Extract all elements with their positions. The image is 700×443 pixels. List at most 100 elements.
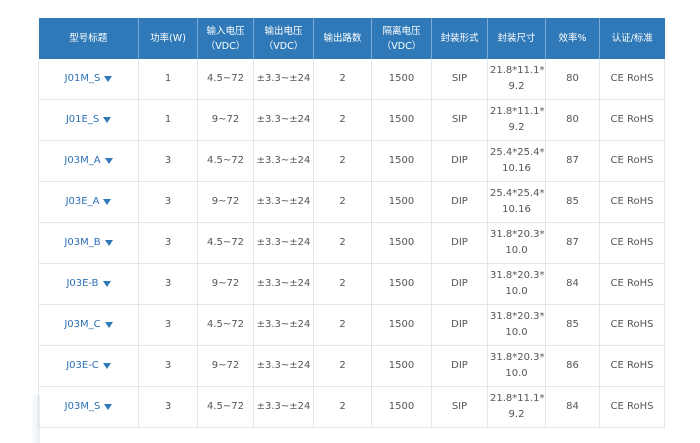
cell-input-voltage: 4.5~72 xyxy=(197,386,254,428)
header-power: 功率(W) xyxy=(138,18,198,59)
cell-certification: CE RoHS xyxy=(599,181,665,223)
header-package-type: 封装形式 xyxy=(431,18,488,59)
cell-power: 1 xyxy=(138,99,198,141)
cell-efficiency: 84 xyxy=(545,263,600,305)
cell-package-size: 31.8*20.3* 10.0 xyxy=(487,222,546,264)
table-row: J01M_S 1 4.5~72 ±3.3~±24 2 1500 SIP 21.8… xyxy=(38,59,665,100)
model-link[interactable]: J03E_A xyxy=(66,194,112,210)
cell-isolation-voltage: 1500 xyxy=(371,140,432,182)
caret-down-icon[interactable] xyxy=(103,117,112,123)
cell-output-channels: 2 xyxy=(313,59,372,100)
cell-certification: CE RoHS xyxy=(599,263,665,305)
model-link[interactable]: J01M_S xyxy=(65,71,113,87)
cell-package-type: SIP xyxy=(431,59,488,100)
table-header-row: 型号标题 功率(W) 输入电压 （VDC） 输出电压 （VDC） 输出路数 隔离电压… xyxy=(38,18,665,59)
cell-certification: CE RoHS xyxy=(599,304,665,346)
header-input-voltage: 输入电压 （VDC） xyxy=(197,18,254,59)
cell-model[interactable]: J03M_S xyxy=(38,386,139,428)
table-row: J03E_A 3 9~72 ±3.3~±24 2 1500 DIP 25.4*2… xyxy=(38,181,665,223)
cell-efficiency: 85 xyxy=(545,304,600,346)
caret-down-icon[interactable] xyxy=(104,322,113,328)
cell-package-type: DIP xyxy=(431,304,488,346)
cell-package-type: SIP xyxy=(431,386,488,428)
cell-input-voltage: 9~72 xyxy=(197,99,254,141)
cell-efficiency: 86 xyxy=(545,345,600,387)
cell-package-size: 31.8*20.3* 10.0 xyxy=(487,263,546,305)
cell-model[interactable]: J01E_S xyxy=(38,99,139,141)
cell-efficiency: 80 xyxy=(545,59,600,100)
cell-output-channels: 2 xyxy=(313,99,372,141)
cell-output-channels: 2 xyxy=(313,140,372,182)
cell-input-voltage: 9~72 xyxy=(197,345,254,387)
model-link[interactable]: J03M_C xyxy=(64,317,113,333)
cell-package-type: SIP xyxy=(431,99,488,141)
cell-input-voltage: 4.5~72 xyxy=(197,59,254,100)
model-link[interactable]: J03E-B xyxy=(66,276,111,292)
cell-isolation-voltage: 1500 xyxy=(371,345,432,387)
table-row: J03E-C 3 9~72 ±3.3~±24 2 1500 DIP 31.8*2… xyxy=(38,345,665,387)
cell-isolation-voltage: 1500 xyxy=(371,386,432,428)
cell-output-voltage: ±3.3~±24 xyxy=(253,222,314,264)
caret-down-icon[interactable] xyxy=(104,240,113,246)
cell-input-voltage: 4.5~72 xyxy=(197,304,254,346)
cell-power: 3 xyxy=(138,304,198,346)
model-link[interactable]: J03E-C xyxy=(66,358,111,374)
cell-model[interactable]: J03E-C xyxy=(38,345,139,387)
cell-power: 3 xyxy=(138,345,198,387)
cell-package-size: 21.8*11.1* 9.2 xyxy=(487,386,546,428)
cell-power: 3 xyxy=(138,386,198,428)
cell-output-channels: 2 xyxy=(313,386,372,428)
cell-output-voltage: ±3.3~±24 xyxy=(253,386,314,428)
cell-output-voltage: ±3.3~±24 xyxy=(253,59,314,100)
header-certification: 认证/标准 xyxy=(599,18,665,59)
table-row: J03E-B 3 9~72 ±3.3~±24 2 1500 DIP 31.8*2… xyxy=(38,263,665,305)
cell-model[interactable]: J03E_A xyxy=(38,181,139,223)
cell-input-voltage: 9~72 xyxy=(197,263,254,305)
cell-package-size: 21.8*11.1* 9.2 xyxy=(487,59,546,100)
cell-package-type: DIP xyxy=(431,263,488,305)
cell-model[interactable]: J03M_A xyxy=(38,140,139,182)
caret-down-icon[interactable] xyxy=(102,281,111,287)
cell-model[interactable]: J03M_B xyxy=(38,222,139,264)
caret-down-icon[interactable] xyxy=(104,404,113,410)
cell-input-voltage: 4.5~72 xyxy=(197,222,254,264)
caret-down-icon[interactable] xyxy=(104,158,113,164)
model-link[interactable]: J03M_A xyxy=(64,153,113,169)
header-output-channels: 输出路数 xyxy=(313,18,372,59)
caret-down-icon[interactable] xyxy=(103,199,112,205)
cell-output-voltage: ±3.3~±24 xyxy=(253,304,314,346)
model-link[interactable]: J03M_S xyxy=(65,399,113,415)
cell-model[interactable]: J03M_C xyxy=(38,304,139,346)
cell-certification: CE RoHS xyxy=(599,59,665,100)
cell-certification: CE RoHS xyxy=(599,140,665,182)
caret-down-icon[interactable] xyxy=(104,76,113,82)
table-row: J01E_S 1 9~72 ±3.3~±24 2 1500 SIP 21.8*1… xyxy=(38,99,665,141)
cell-input-voltage: 4.5~72 xyxy=(197,140,254,182)
cell-package-size: 31.8*20.3* 10.0 xyxy=(487,304,546,346)
cell-output-channels: 2 xyxy=(313,345,372,387)
table-row: J03M_S 3 4.5~72 ±3.3~±24 2 1500 SIP 21.8… xyxy=(38,386,665,428)
cell-package-size: 25.4*25.4* 10.16 xyxy=(487,181,546,223)
cell-input-voltage: 9~72 xyxy=(197,181,254,223)
cell-power: 3 xyxy=(138,263,198,305)
cell-package-size: 31.8*20.3* 10.0 xyxy=(487,345,546,387)
cell-power: 3 xyxy=(138,140,198,182)
header-model: 型号标题 xyxy=(38,18,139,59)
cell-power: 3 xyxy=(138,222,198,264)
left-edge-shadow xyxy=(30,395,40,443)
model-link[interactable]: J01E_S xyxy=(66,112,112,128)
cell-model[interactable]: J03E-B xyxy=(38,263,139,305)
model-link[interactable]: J03M_B xyxy=(64,235,113,251)
table-row: J03M_B 3 4.5~72 ±3.3~±24 2 1500 DIP 31.8… xyxy=(38,222,665,264)
caret-down-icon[interactable] xyxy=(102,363,111,369)
cell-isolation-voltage: 1500 xyxy=(371,222,432,264)
cell-output-voltage: ±3.3~±24 xyxy=(253,140,314,182)
cell-certification: CE RoHS xyxy=(599,99,665,141)
cell-package-type: DIP xyxy=(431,181,488,223)
cell-efficiency: 87 xyxy=(545,222,600,264)
cell-output-channels: 2 xyxy=(313,222,372,264)
cell-model[interactable]: J01M_S xyxy=(38,59,139,100)
cell-efficiency: 84 xyxy=(545,386,600,428)
table-row: J03M_C 3 4.5~72 ±3.3~±24 2 1500 DIP 31.8… xyxy=(38,304,665,346)
cell-output-voltage: ±3.3~±24 xyxy=(253,263,314,305)
